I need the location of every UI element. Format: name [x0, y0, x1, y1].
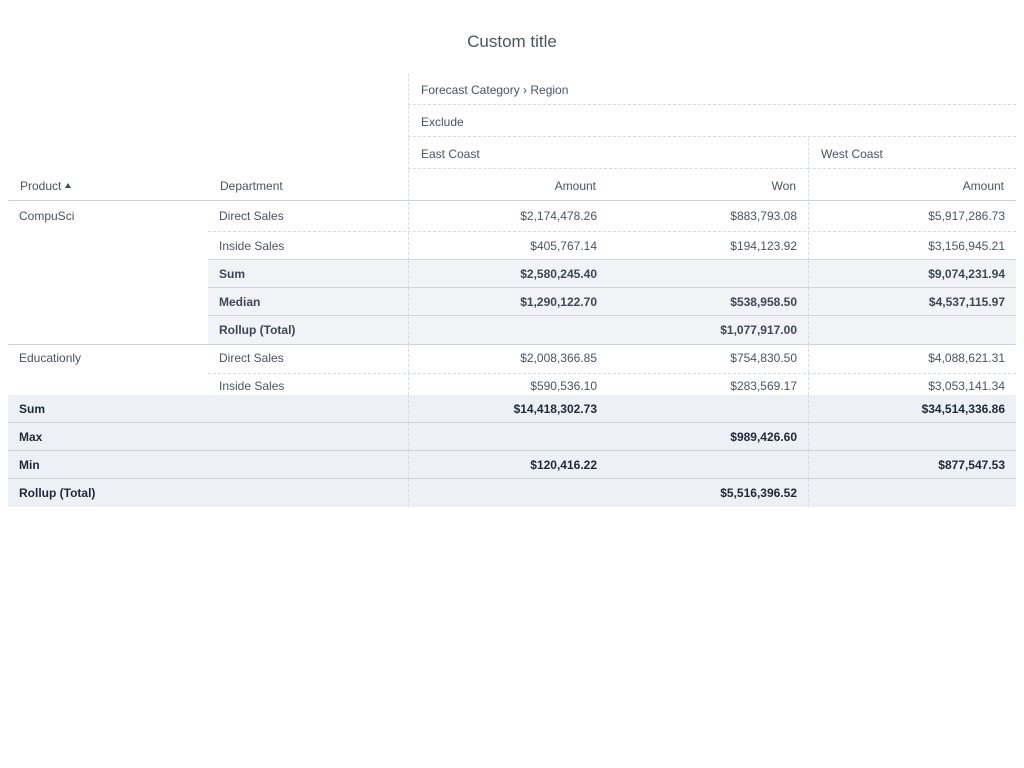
- subtotal-row: Median $1,290,122.70 $538,958.50 $4,537,…: [8, 288, 1016, 316]
- subtotal-label: Rollup (Total): [208, 316, 408, 344]
- grand-total-label: Sum: [8, 395, 408, 423]
- table-row: Inside Sales $590,536.10 $283,569.17 $3,…: [8, 372, 1016, 395]
- grand-total-cell: $14,418,302.73: [408, 395, 608, 423]
- pivot-title: Custom title: [467, 32, 557, 51]
- department-label: Direct Sales: [219, 351, 284, 365]
- region-header-east-coast[interactable]: East Coast: [408, 138, 808, 169]
- measure-header-row: Product Department Amount Won Amount: [8, 170, 1016, 202]
- grand-total-cell: $34,514,336.86: [808, 395, 1016, 423]
- grand-total-cell: $989,426.60: [608, 423, 808, 451]
- grand-total-cell: [808, 423, 1016, 451]
- grand-total-row: Sum $14,418,302.73 $34,514,336.86: [8, 395, 1016, 423]
- grand-total-label: Max: [8, 423, 408, 451]
- value-cell: $4,088,621.31: [808, 344, 1016, 372]
- subtotal-cell: $4,537,115.97: [808, 288, 1016, 316]
- value-cell: $3,156,945.21: [808, 232, 1016, 260]
- value-cell: $754,830.50: [730, 351, 797, 365]
- value-cell: $283,569.17: [730, 379, 797, 393]
- grand-totals: Sum $14,418,302.73 $34,514,336.86 Max $9…: [8, 395, 1016, 507]
- table-row: Inside Sales $405,767.14 $194,123.92 $3,…: [8, 232, 1016, 260]
- value-cell: $405,767.14: [408, 232, 608, 260]
- subtotal-cell: $2,580,245.40: [408, 260, 608, 288]
- value-cell: $5,917,286.73: [808, 202, 1016, 230]
- value-cell: $2,174,478.26: [408, 202, 608, 230]
- sort-ascending-icon[interactable]: [65, 183, 72, 188]
- table-row: Direct Sales $2,174,478.26 $883,793.08 $…: [8, 202, 1016, 230]
- table-row: Direct Sales $2,008,366.85 $754,830.50 $…: [8, 344, 1016, 372]
- value-cell: $590,536.10: [408, 372, 608, 395]
- region-row: East Coast West Coast: [408, 138, 1016, 170]
- department-label: Direct Sales: [219, 209, 284, 223]
- forecast-category-row: Exclude: [408, 106, 1016, 138]
- grand-total-cell: [808, 479, 1016, 507]
- department-label: Inside Sales: [219, 379, 285, 393]
- grand-total-cell: $877,547.53: [808, 451, 1016, 479]
- region-header-west-coast[interactable]: West Coast: [808, 138, 1016, 169]
- product-column-header[interactable]: Product: [8, 170, 208, 201]
- grand-total-row: Max $989,426.60: [8, 423, 1016, 451]
- subtotal-row: Rollup (Total) $1,077,917.00: [8, 316, 1016, 344]
- grand-total-cell: $5,516,396.52: [608, 479, 808, 507]
- subtotal-row: Sum $2,580,245.40 $9,074,231.94: [8, 260, 1016, 288]
- grand-total-cell: $120,416.22: [408, 451, 608, 479]
- department-label: Inside Sales: [219, 239, 285, 253]
- grand-total-label: Rollup (Total): [8, 479, 408, 507]
- grand-total-row: Rollup (Total) $5,516,396.52: [8, 479, 1016, 507]
- measure-header-east-amount[interactable]: Amount: [408, 170, 608, 201]
- grand-total-label: Min: [8, 451, 408, 479]
- forecast-category-header[interactable]: Exclude: [408, 106, 1016, 137]
- subtotal-cell: $1,290,122.70: [408, 288, 608, 316]
- value-cell: $2,008,366.85: [408, 344, 608, 372]
- department-column-header[interactable]: Department: [208, 170, 408, 201]
- subtotal-cell: $9,074,231.94: [808, 260, 1016, 288]
- value-cell: $3,053,141.34: [808, 372, 1016, 395]
- measure-header-east-won[interactable]: Won: [608, 170, 808, 201]
- value-cell: $883,793.08: [730, 209, 797, 223]
- product-header-label: Product: [20, 179, 62, 193]
- value-cell: $194,123.92: [730, 239, 797, 253]
- grand-total-row: Min $120,416.22 $877,547.53: [8, 451, 1016, 479]
- subtotal-cell: [408, 316, 608, 344]
- pivot-body[interactable]: CompuSci Direct Sales $2,174,478.26 $883…: [8, 202, 1016, 395]
- grand-total-cell: [608, 395, 808, 423]
- subtotal-cell: [608, 260, 808, 288]
- subtotal-cell: $1,077,917.00: [608, 316, 808, 344]
- subtotal-cell: $538,958.50: [608, 288, 808, 316]
- subtotal-label: Median: [208, 288, 408, 316]
- grand-total-cell: [608, 451, 808, 479]
- measure-header-west-amount[interactable]: Amount: [808, 170, 1016, 201]
- grand-total-cell: [408, 479, 608, 507]
- column-dimension-path-row: Forecast Category › Region: [408, 74, 1016, 106]
- grand-total-cell: [408, 423, 608, 451]
- subtotal-cell: [808, 316, 1016, 344]
- column-dimension-path: Forecast Category › Region: [408, 74, 1016, 105]
- subtotal-label: Sum: [208, 260, 408, 288]
